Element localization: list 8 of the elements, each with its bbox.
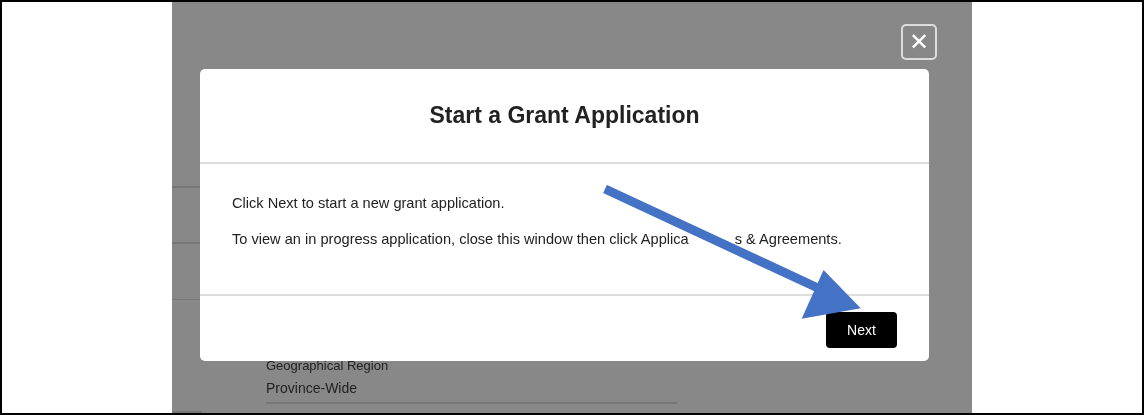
dialog-text: To view an in progress application, close this window then click Applica — [232, 230, 689, 247]
dialog-title: Start a Grant Application — [429, 102, 700, 129]
field-label: Geographical Region — [266, 358, 390, 373]
field-value: Province-Wide — [266, 380, 359, 396]
dialog-text: s & Agreements. — [734, 230, 842, 247]
next-button[interactable]: Next — [826, 312, 897, 348]
close-button[interactable]: ✕ — [901, 24, 937, 60]
dialog-text: Click Next to start a new grant application. — [232, 195, 505, 211]
